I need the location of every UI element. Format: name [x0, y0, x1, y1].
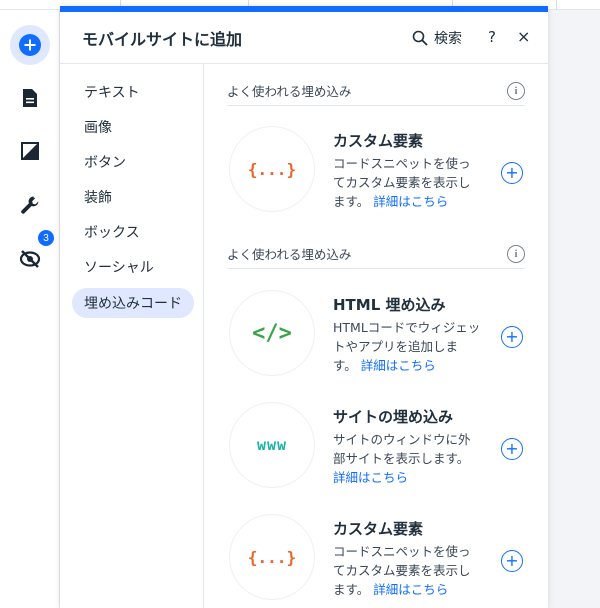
- category-social[interactable]: ソーシャル: [72, 252, 166, 282]
- embed-item-site[interactable]: www サイトの埋め込み サイトのウィンドウに外部サイトを表示します。 詳細はこ…: [227, 402, 525, 498]
- category-image[interactable]: 画像: [72, 112, 124, 142]
- item-description-text: サイトのウィンドウに外部サイトを表示します。: [333, 432, 471, 466]
- wrench-icon: [21, 196, 39, 214]
- add-item-button[interactable]: +: [501, 162, 523, 184]
- category-text[interactable]: テキスト: [72, 77, 152, 107]
- html-code-icon: </>: [229, 290, 315, 376]
- learn-more-link[interactable]: 詳細はこちら: [333, 470, 408, 485]
- settings-button[interactable]: [10, 185, 50, 225]
- item-description: コードスニペットを使ってカスタム要素を表示します。 詳細はこちら: [333, 542, 481, 599]
- add-panel: モバイルサイトに追加 検索 ? × テキスト 画像 ボタン 装飾 ボックス ソー…: [60, 6, 548, 608]
- item-title: サイトの埋め込み: [333, 408, 454, 426]
- section-title: よく使われる埋め込み: [227, 247, 352, 262]
- top-bar-divider: [556, 0, 557, 10]
- search-label: 検索: [434, 31, 462, 47]
- category-embed-code[interactable]: 埋め込みコード: [72, 288, 194, 318]
- category-content: よく使われる埋め込み i {...} カスタム要素 コードスニペットを使ってカス…: [205, 64, 548, 608]
- section-title: よく使われる埋め込み: [227, 84, 352, 99]
- add-item-button[interactable]: +: [501, 326, 523, 348]
- item-title: HTML 埋め込み: [333, 296, 446, 314]
- learn-more-link[interactable]: 詳細はこちら: [361, 358, 436, 373]
- embed-item-custom-element[interactable]: {...} カスタム要素 コードスニペットを使ってカスタム要素を表示します。 詳…: [227, 126, 525, 222]
- custom-element-icon: {...}: [229, 126, 315, 212]
- pages-icon: [23, 89, 37, 107]
- learn-more-link[interactable]: 詳細はこちら: [373, 194, 448, 209]
- close-button[interactable]: ×: [517, 27, 530, 46]
- search-icon: [412, 30, 428, 46]
- item-description: HTMLコードでウィジェットやアプリを追加します。 詳細はこちら: [333, 318, 481, 375]
- design-button[interactable]: [10, 131, 50, 171]
- item-title: カスタム要素: [333, 132, 424, 150]
- hidden-icon: [19, 250, 41, 268]
- search-button[interactable]: 検索: [412, 28, 462, 48]
- hidden-count-badge: 3: [38, 230, 54, 246]
- help-button[interactable]: ?: [488, 28, 496, 46]
- category-button[interactable]: ボタン: [72, 147, 138, 177]
- pages-button[interactable]: [10, 78, 50, 118]
- add-item-button[interactable]: +: [501, 550, 523, 572]
- category-box[interactable]: ボックス: [72, 217, 152, 247]
- info-icon[interactable]: i: [507, 244, 525, 263]
- item-description: サイトのウィンドウに外部サイトを表示します。 詳細はこちら: [333, 430, 481, 487]
- embed-item-html[interactable]: </> HTML 埋め込み HTMLコードでウィジェットやアプリを追加します。 …: [227, 290, 525, 386]
- section-header: よく使われる埋め込み i: [227, 76, 525, 106]
- www-icon: www: [229, 402, 315, 488]
- add-elements-button[interactable]: [10, 25, 50, 65]
- info-icon[interactable]: i: [507, 81, 525, 100]
- category-list: テキスト 画像 ボタン 装飾 ボックス ソーシャル 埋め込みコード: [60, 64, 204, 608]
- item-title: カスタム要素: [333, 520, 424, 538]
- design-icon: [21, 142, 39, 160]
- left-tool-rail: 3: [0, 10, 60, 608]
- embed-item-custom-element[interactable]: {...} カスタム要素 コードスニペットを使ってカスタム要素を表示します。 詳…: [227, 514, 525, 608]
- section-header: よく使われる埋め込み i: [227, 239, 525, 269]
- add-icon: [19, 34, 41, 56]
- category-decorative[interactable]: 装飾: [72, 182, 124, 212]
- panel-title: モバイルサイトに追加: [82, 29, 243, 49]
- panel-header: モバイルサイトに追加 検索 ? ×: [60, 12, 548, 64]
- add-item-button[interactable]: +: [501, 438, 523, 460]
- item-description: コードスニペットを使ってカスタム要素を表示します。 詳細はこちら: [333, 154, 481, 211]
- custom-element-icon: {...}: [229, 514, 315, 600]
- learn-more-link[interactable]: 詳細はこちら: [373, 582, 448, 597]
